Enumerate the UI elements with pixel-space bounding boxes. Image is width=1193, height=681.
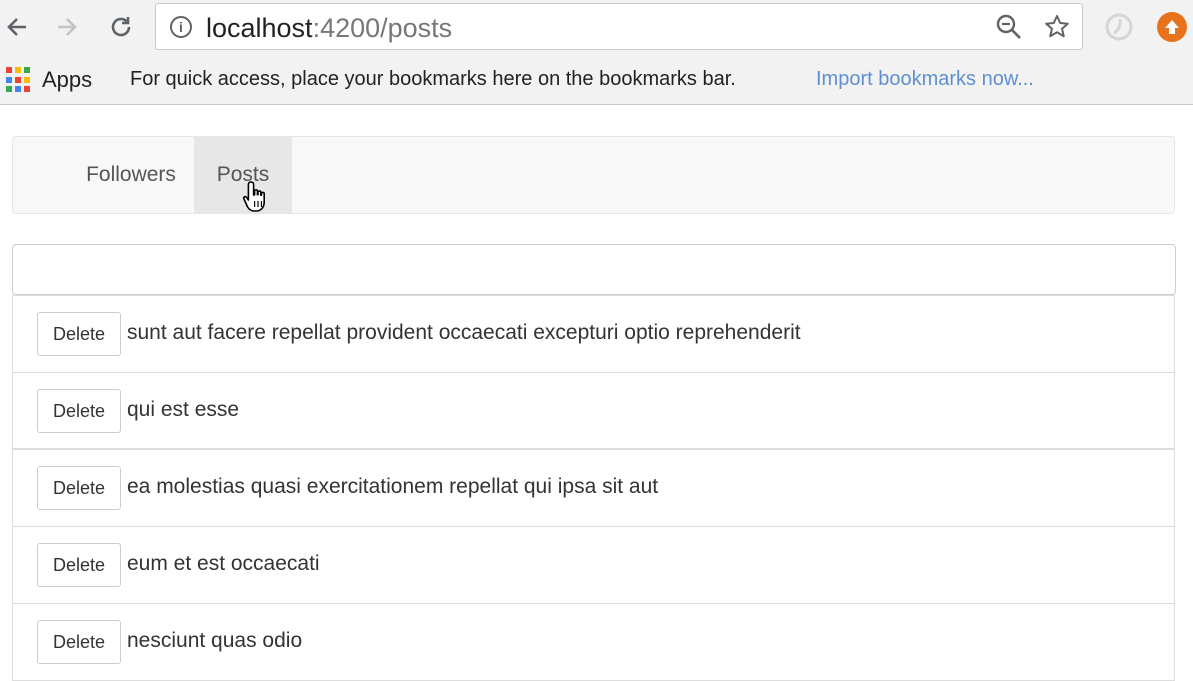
back-arrow-icon[interactable] xyxy=(0,10,34,44)
nav-link-followers[interactable]: Followers xyxy=(71,137,191,213)
url-path: :4200/posts xyxy=(312,13,453,43)
url-text[interactable]: localhost:4200/posts xyxy=(206,14,452,42)
hand-cursor-icon xyxy=(242,181,265,212)
reload-icon[interactable] xyxy=(104,10,138,44)
delete-button[interactable]: Delete xyxy=(37,389,121,433)
upload-extension-icon[interactable] xyxy=(1157,12,1187,42)
bookmark-star-icon[interactable] xyxy=(1042,12,1072,42)
list-item: Delete nesciunt quas odio xyxy=(12,604,1175,681)
page-content: Followers Posts Delete sunt aut facere r… xyxy=(0,105,1193,681)
zoom-icon[interactable] xyxy=(994,12,1024,42)
forward-arrow-icon[interactable] xyxy=(50,10,84,44)
info-icon[interactable]: i xyxy=(170,16,192,38)
list-item: Delete qui est esse xyxy=(12,373,1175,450)
apps-grid-icon[interactable] xyxy=(6,67,32,93)
delete-button[interactable]: Delete xyxy=(37,620,121,664)
new-post-input[interactable] xyxy=(12,244,1176,295)
list-item: Delete sunt aut facere repellat providen… xyxy=(12,295,1175,373)
list-item: Delete eum et est occaecati xyxy=(12,527,1175,604)
import-bookmarks-link[interactable]: Import bookmarks now... xyxy=(816,68,1034,91)
post-title: nesciunt quas odio xyxy=(127,629,303,652)
post-list: Delete sunt aut facere repellat providen… xyxy=(12,295,1175,681)
post-title: qui est esse xyxy=(127,398,240,421)
post-title: eum et est occaecati xyxy=(127,552,320,575)
post-title: sunt aut facere repellat provident occae… xyxy=(127,321,801,344)
bookmarks-hint-text: For quick access, place your bookmarks h… xyxy=(130,68,736,90)
apps-shortcut[interactable]: Apps xyxy=(42,67,92,93)
extension-icon[interactable] xyxy=(1104,12,1134,42)
delete-button[interactable]: Delete xyxy=(37,312,121,356)
browser-toolbar: i localhost:4200/posts xyxy=(0,0,1193,56)
list-item: Delete ea molestias quasi exercitationem… xyxy=(12,450,1175,527)
bookmarks-bar: Apps For quick access, place your bookma… xyxy=(0,56,1193,105)
url-host: localhost xyxy=(206,13,313,43)
app-navbar: Followers Posts xyxy=(12,136,1175,214)
delete-button[interactable]: Delete xyxy=(37,543,121,587)
delete-button[interactable]: Delete xyxy=(37,466,121,510)
address-bar[interactable]: i localhost:4200/posts xyxy=(155,3,1083,50)
post-title: ea molestias quasi exercitationem repell… xyxy=(127,475,659,498)
